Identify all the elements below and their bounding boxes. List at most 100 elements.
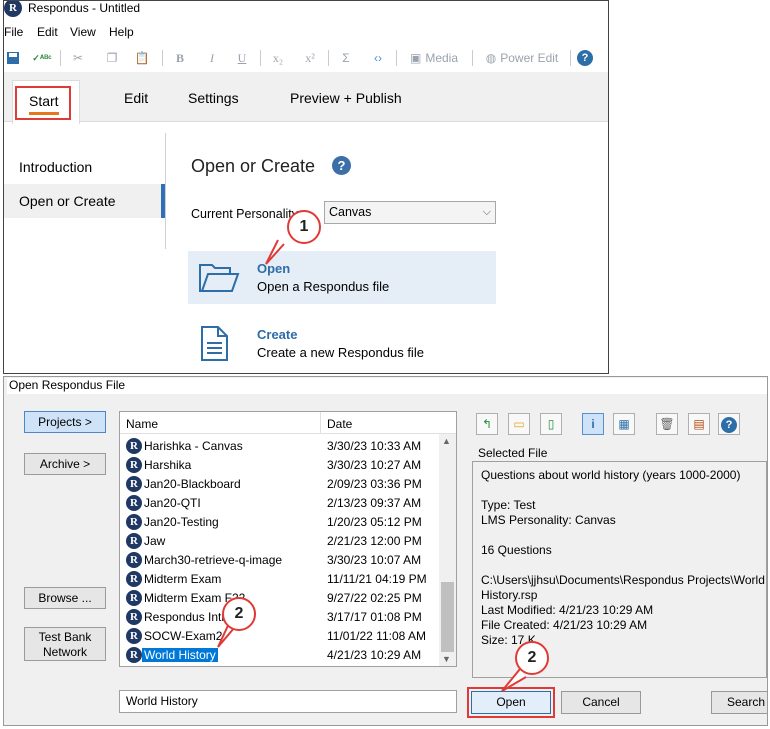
archive-button[interactable]: Archive >: [24, 453, 106, 475]
up-folder-icon[interactable]: ↰: [476, 413, 498, 435]
grid-view-icon[interactable]: ▦: [613, 413, 635, 435]
respondus-file-icon: R: [126, 438, 142, 454]
file-row[interactable]: R Midterm Exam F22 9/27/22 02:25 PM: [120, 589, 440, 608]
nav-introduction[interactable]: Introduction: [4, 150, 165, 184]
respondus-file-icon: R: [126, 514, 142, 530]
file-date: 3/30/23 10:07 AM: [327, 553, 422, 567]
cut-icon[interactable]: ✂: [68, 48, 88, 68]
paste-icon[interactable]: 📋: [132, 48, 152, 68]
respondus-logo-icon: R: [4, 1, 22, 17]
file-row[interactable]: R World History 4/21/23 10:29 AM: [120, 646, 440, 665]
projects-button[interactable]: Projects >: [24, 411, 106, 433]
folder-open-icon: [199, 264, 240, 292]
personality-value: Canvas: [329, 205, 372, 219]
create-title: Create: [257, 327, 298, 342]
respondus-file-icon: R: [126, 552, 142, 568]
bold-icon[interactable]: B: [170, 48, 190, 68]
column-date[interactable]: Date: [327, 417, 352, 431]
file-name: March30-retrieve-q-image: [144, 553, 283, 567]
respondus-file-icon: R: [126, 571, 142, 587]
search-button[interactable]: Search: [711, 691, 767, 714]
scroll-down-icon[interactable]: ▼: [442, 654, 451, 664]
scroll-thumb[interactable]: [441, 582, 454, 652]
callout-pointer: [265, 239, 285, 265]
personality-label: Current Personality:: [191, 207, 302, 221]
html-code-icon[interactable]: ‹›: [368, 48, 388, 68]
tab-start[interactable]: Start: [15, 86, 71, 120]
help-circle-icon[interactable]: ?: [332, 156, 351, 175]
selected-file-line: History.rsp: [481, 588, 538, 602]
file-name: Jan20-Testing: [144, 515, 219, 529]
personality-select[interactable]: Canvas ⌵: [324, 201, 496, 224]
selected-file-line: 16 Questions: [481, 543, 552, 557]
filename-input[interactable]: World History: [119, 690, 457, 713]
archive-box-icon[interactable]: ▤: [688, 413, 710, 435]
help-icon[interactable]: ?: [576, 48, 594, 68]
file-date: 11/11/21 04:19 PM: [327, 572, 427, 586]
menu-edit[interactable]: Edit: [37, 25, 58, 39]
file-row[interactable]: R Jan20-Testing 1/20/23 05:12 PM: [120, 513, 440, 532]
tab-preview-publish[interactable]: Preview + Publish: [290, 90, 402, 106]
file-name: Midterm Exam: [144, 572, 222, 586]
menu-view[interactable]: View: [70, 25, 96, 39]
file-row[interactable]: R Jan20-QTI 2/13/23 09:37 AM: [120, 494, 440, 513]
respondus-file-icon: R: [126, 590, 142, 606]
callout-step-1: 1: [287, 210, 321, 244]
new-file-icon[interactable]: ▯: [540, 413, 562, 435]
file-row[interactable]: R Harshika 3/30/23 10:27 AM: [120, 456, 440, 475]
create-desc: Create a new Respondus file: [257, 345, 424, 360]
menu-file[interactable]: File: [4, 25, 23, 39]
file-row[interactable]: R SOCW-Exam2 11/01/22 11:08 AM: [120, 627, 440, 646]
tab-settings[interactable]: Settings: [188, 90, 239, 106]
file-list-scrollbar[interactable]: ▲ ▼: [439, 434, 456, 666]
file-name: Jan20-Blackboard: [144, 477, 241, 491]
file-row[interactable]: R Jan20-Blackboard 2/09/23 03:36 PM: [120, 475, 440, 494]
respondus-file-icon: R: [126, 647, 142, 663]
info-view-icon[interactable]: i: [582, 413, 604, 435]
power-edit-button[interactable]: ◍ Power Edit: [478, 48, 566, 68]
file-name: World History: [142, 648, 218, 662]
subscript-icon[interactable]: x₂: [268, 48, 288, 68]
test-bank-network-button[interactable]: Test Bank Network: [24, 627, 106, 661]
create-file-option[interactable]: Create Create a new Respondus file: [188, 317, 496, 370]
file-date: 3/30/23 10:33 AM: [327, 439, 422, 453]
file-date: 1/20/23 05:12 PM: [327, 515, 422, 529]
browse-button[interactable]: Browse ...: [24, 587, 106, 609]
equation-icon[interactable]: Σ: [336, 48, 356, 68]
column-name[interactable]: Name: [126, 417, 158, 431]
file-row[interactable]: R Harishka - Canvas 3/30/23 10:33 AM: [120, 437, 440, 456]
file-row[interactable]: R Jaw 2/21/23 12:00 PM: [120, 532, 440, 551]
dialog-help-icon[interactable]: ?: [718, 413, 740, 435]
scroll-up-icon[interactable]: ▲: [442, 436, 451, 446]
open-file-option[interactable]: Open Open a Respondus file: [188, 251, 496, 304]
save-icon[interactable]: [4, 48, 22, 68]
italic-icon[interactable]: I: [202, 48, 222, 68]
file-row[interactable]: R Respondus Intro... 3/17/17 01:08 PM: [120, 608, 440, 627]
selected-file-line: Type: Test: [481, 498, 536, 512]
nav-open-or-create[interactable]: Open or Create: [4, 184, 165, 218]
callout-step-2-open: 2: [515, 641, 549, 675]
delete-icon[interactable]: 🗑: [656, 413, 678, 435]
file-date: 3/17/17 01:08 PM: [327, 610, 422, 624]
new-folder-icon[interactable]: ▭: [508, 413, 530, 435]
tab-start-underline: [29, 112, 59, 115]
tab-edit[interactable]: Edit: [124, 90, 148, 106]
superscript-icon[interactable]: x²: [300, 48, 320, 68]
open-desc: Open a Respondus file: [257, 279, 390, 294]
selected-file-line: Last Modified: 4/21/23 10:29 AM: [481, 603, 654, 617]
respondus-file-icon: R: [126, 476, 142, 492]
file-list: Name Date R Harishka - Canvas 3/30/23 10:3…: [119, 411, 457, 667]
menu-help[interactable]: Help: [109, 25, 134, 39]
file-name: Jaw: [144, 534, 166, 548]
copy-icon[interactable]: ❐: [102, 48, 122, 68]
underline-icon[interactable]: U: [232, 48, 252, 68]
file-row[interactable]: R Midterm Exam 11/11/21 04:19 PM: [120, 570, 440, 589]
tab-start-label: Start: [29, 93, 59, 109]
media-button[interactable]: ▣ Media: [404, 48, 464, 68]
selected-file-panel: Questions about world history (years 100…: [472, 461, 767, 678]
new-document-icon: [201, 326, 228, 361]
cancel-button[interactable]: Cancel: [561, 691, 641, 714]
file-row[interactable]: R March30-retrieve-q-image 3/30/23 10:07 A…: [120, 551, 440, 570]
window-title: Respondus - Untitled: [28, 1, 141, 15]
spellcheck-icon[interactable]: ✓ᴬᴮᶜ: [30, 48, 54, 68]
